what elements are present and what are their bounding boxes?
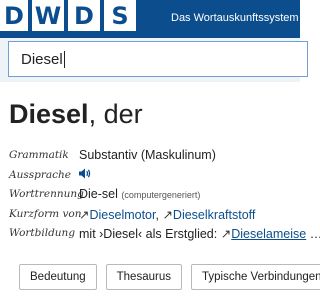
site-tagline: Das Wortauskunftssystem zur	[171, 12, 300, 24]
short-form-value: ↗Dieselmotor, ↗Dieselkraftstoff	[79, 207, 255, 222]
hyphenation-value: Die-sel (computergeneriert)	[79, 187, 200, 201]
property-label: Worttrennung	[9, 188, 84, 200]
property-label: Kurzform von	[9, 207, 82, 220]
property-label: Wortbildung	[9, 227, 76, 239]
typische-verbindungen-button[interactable]: Typische Verbindungen	[190, 264, 320, 290]
logo-letter: W	[32, 0, 64, 31]
page-title: Diesel, der	[9, 99, 143, 130]
thesaurus-button[interactable]: Thesaurus	[105, 264, 182, 290]
pronunciation-value	[79, 168, 91, 183]
link-arrow-icon: ↗	[220, 227, 232, 241]
property-row-grammatik: Grammatik Substantiv (Maskulinum)	[9, 147, 300, 167]
logo-letter: S	[104, 0, 136, 31]
link-arrow-icon: ↗	[162, 207, 173, 222]
more-indicator[interactable]: …	[306, 227, 320, 241]
property-row-wortbildung: Wortbildung mit ›Diesel‹ als Erstglied: …	[9, 225, 320, 245]
link-dieselmotor[interactable]: Dieselmotor	[89, 208, 155, 222]
article: , der	[88, 99, 143, 129]
grammar-value: Substantiv (Maskulinum)	[79, 148, 216, 162]
dwds-logo[interactable]: D W D S	[0, 0, 140, 32]
word-formation-value: mit ›Diesel‹ als Erstglied: ↗Dieselameis…	[79, 226, 320, 241]
bedeutung-button[interactable]: Bedeutung	[19, 264, 97, 290]
hyphenation-text: Die-sel	[79, 187, 118, 201]
search-input[interactable]: Diesel	[8, 41, 308, 77]
logo-letter: D	[0, 0, 28, 31]
logo-letter: D	[68, 0, 100, 31]
property-row-worttrennung: Worttrennung Die-sel (computergeneriert)	[9, 186, 300, 206]
property-row-aussprache: Aussprache	[9, 167, 300, 187]
speaker-icon[interactable]	[79, 168, 91, 182]
search-input-value: Diesel	[21, 50, 63, 68]
property-label: Grammatik	[9, 149, 69, 161]
lemma: Diesel	[9, 99, 89, 129]
property-label: Aussprache	[9, 168, 71, 181]
word-formation-text: mit ›Diesel‹ als Erstglied:	[79, 227, 221, 241]
entry-properties: Grammatik Substantiv (Maskulinum) Ausspr…	[9, 147, 320, 245]
section-buttons: Bedeutung Thesaurus Typische Verbindunge…	[19, 264, 320, 290]
link-dieselkraftstoff[interactable]: Dieselkraftstoff	[173, 208, 255, 222]
text-cursor	[63, 50, 65, 68]
link-dieselameise[interactable]: Dieselameise	[231, 227, 306, 241]
search-bar: Diesel	[0, 38, 308, 82]
property-row-kurzform: Kurzform von ↗Dieselmotor, ↗Dieselkrafts…	[9, 206, 300, 226]
hyphenation-note: (computergeneriert)	[121, 190, 201, 200]
site-header: D W D S Das Wortauskunftssystem zur	[0, 0, 300, 38]
link-arrow-icon: ↗	[79, 207, 90, 222]
